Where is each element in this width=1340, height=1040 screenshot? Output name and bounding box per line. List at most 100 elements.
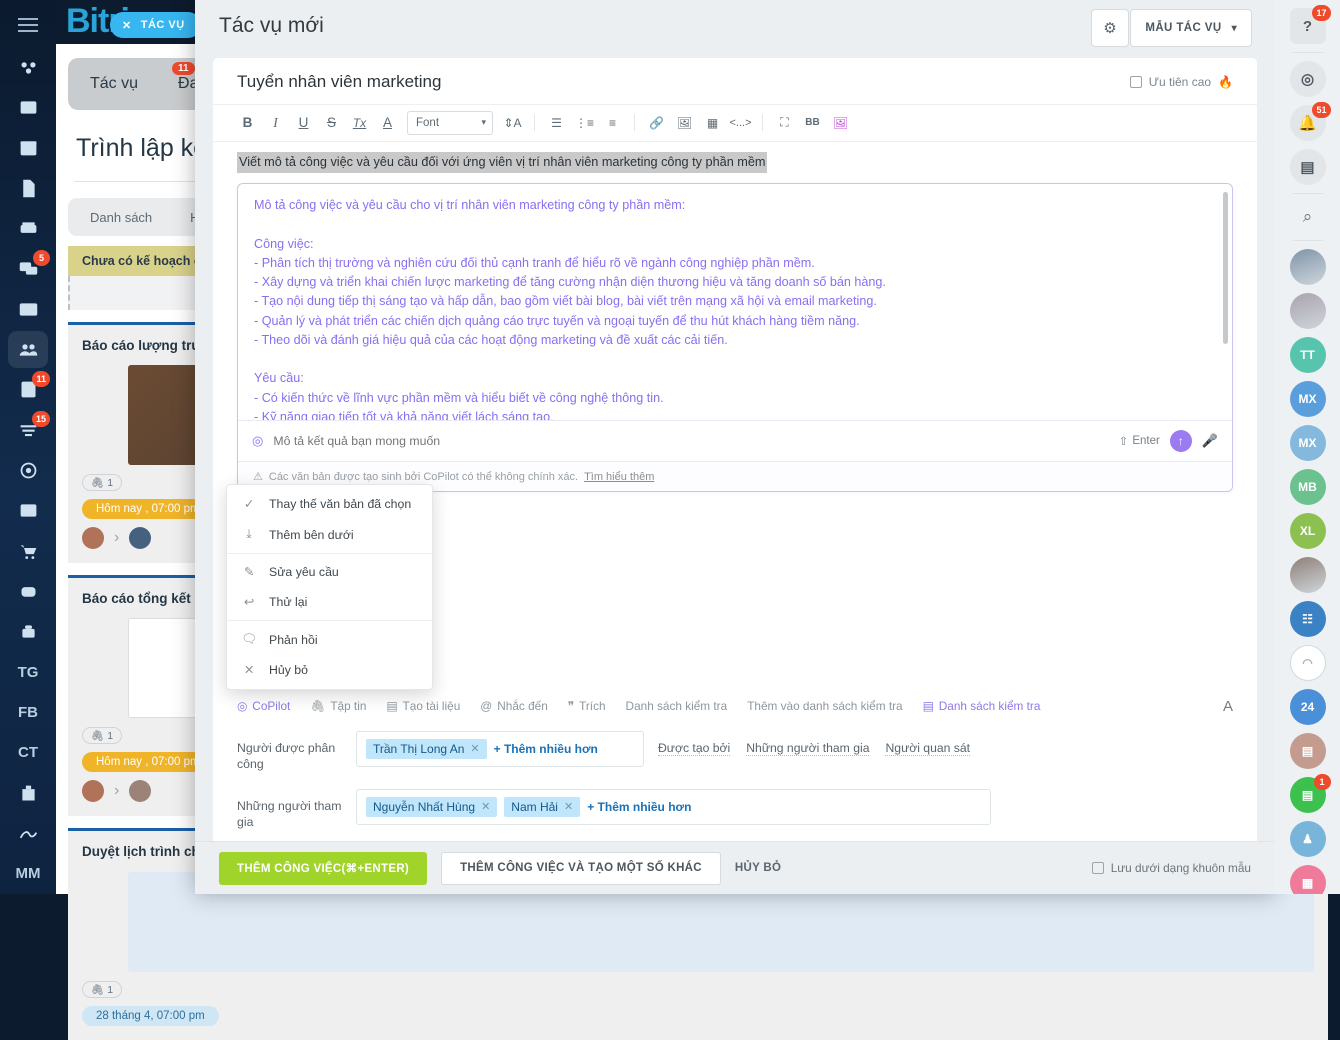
close-icon[interactable]: ✕ bbox=[122, 19, 132, 32]
link-participants[interactable]: Những người tham gia bbox=[746, 741, 869, 756]
search-icon[interactable]: ⌕ bbox=[1290, 202, 1326, 232]
sidebar-item-mail[interactable] bbox=[8, 291, 48, 327]
ai-image-icon[interactable]: 🖼 bbox=[828, 110, 853, 135]
avatar-photo-1[interactable] bbox=[1290, 249, 1326, 285]
avatar-mx-2[interactable]: MX bbox=[1290, 425, 1326, 461]
menu-burger-icon[interactable] bbox=[9, 10, 47, 41]
table-icon[interactable]: ▦ bbox=[700, 110, 725, 135]
tool-quote[interactable]: ❞Trích bbox=[568, 699, 606, 713]
bear-icon[interactable]: ◠ bbox=[1290, 645, 1326, 681]
menu-item-edit-request[interactable]: ✎ Sửa yêu cầu bbox=[227, 557, 432, 587]
high-priority-toggle[interactable]: Ưu tiên cao 🔥 bbox=[1130, 75, 1233, 89]
link-icon[interactable]: 🔗 bbox=[644, 110, 669, 135]
sidebar-item-groups[interactable] bbox=[8, 331, 48, 367]
participants-add-more[interactable]: + Thêm nhiều hơn bbox=[587, 800, 691, 814]
fullscreen-icon[interactable]: ⛶ bbox=[772, 110, 797, 135]
participant-token[interactable]: Nguyễn Nhất Hùng ✕ bbox=[366, 797, 497, 817]
menu-item-feedback[interactable]: 🗨 Phản hồi bbox=[227, 624, 432, 655]
avatar-mb[interactable]: MB bbox=[1290, 469, 1326, 505]
add-task-and-create-more-button[interactable]: THÊM CÔNG VIỆC VÀ TẠO MỘT SỐ KHÁC bbox=[441, 852, 721, 885]
sidebar-item-automation[interactable] bbox=[8, 573, 48, 609]
font-family-select[interactable]: Font ▾ bbox=[407, 111, 493, 135]
clear-format-button[interactable]: Tx bbox=[347, 110, 372, 135]
link-created-by[interactable]: Được tạo bởi bbox=[658, 741, 730, 756]
sidebar-item-documents[interactable] bbox=[8, 170, 48, 206]
sidebar-item-tasks[interactable]: 11 bbox=[8, 372, 48, 408]
code-icon[interactable]: <...> bbox=[728, 110, 753, 135]
task-tag-pill[interactable]: ✕ TÁC VỤ bbox=[110, 12, 201, 38]
send-button[interactable]: ↑ bbox=[1170, 430, 1192, 452]
avatar-mx-1[interactable]: MX bbox=[1290, 381, 1326, 417]
unordered-list-button[interactable]: ⋮≡ bbox=[572, 110, 597, 135]
avatar-xl[interactable]: XL bbox=[1290, 513, 1326, 549]
tool-add-to-checklist[interactable]: Thêm vào danh sách kiểm tra bbox=[747, 699, 902, 713]
sidebar-item-crm[interactable] bbox=[8, 452, 48, 488]
task-title-input[interactable]: Tuyển nhân viên marketing bbox=[237, 72, 1130, 92]
font-color-button[interactable]: A bbox=[375, 110, 400, 135]
sidebar-item-tg[interactable]: TG bbox=[8, 654, 48, 690]
task-template-button[interactable]: MẪU TÁC VỤ ▾ bbox=[1130, 9, 1252, 47]
bold-button[interactable]: B bbox=[235, 110, 260, 135]
help-icon[interactable]: ?17 bbox=[1290, 8, 1326, 44]
remove-token-icon[interactable]: ✕ bbox=[470, 742, 479, 755]
add-task-button[interactable]: THÊM CÔNG VIỆC(⌘+ENTER) bbox=[219, 852, 427, 885]
ordered-list-button[interactable]: ☰ bbox=[544, 110, 569, 135]
learn-more-link[interactable]: Tìm hiểu thêm bbox=[584, 471, 654, 483]
avatar-photo-2[interactable] bbox=[1290, 293, 1326, 329]
view-tab-list[interactable]: Danh sách bbox=[90, 210, 152, 225]
menu-item-cancel[interactable]: ✕ Hủy bỏ bbox=[227, 655, 432, 685]
sidebar-item-news[interactable] bbox=[8, 89, 48, 125]
menu-item-retry[interactable]: ↩ Thử lại bbox=[227, 587, 432, 617]
sidebar-item-ct[interactable]: CT bbox=[8, 735, 48, 771]
save-template-checkbox[interactable] bbox=[1092, 862, 1104, 874]
copilot-icon[interactable]: ◎ bbox=[1290, 61, 1326, 97]
remove-token-icon[interactable]: ✕ bbox=[564, 800, 573, 813]
sidebar-item-fb[interactable]: FB bbox=[8, 694, 48, 730]
contact-card-icon-1[interactable]: ▤ bbox=[1290, 733, 1326, 769]
menu-item-replace-selected[interactable]: ✓ Thay thế văn bản đã chọn bbox=[227, 489, 432, 519]
underline-button[interactable]: U bbox=[291, 110, 316, 135]
priority-checkbox[interactable] bbox=[1130, 76, 1142, 88]
tool-mention[interactable]: @Nhắc đến bbox=[480, 699, 547, 713]
align-button[interactable]: ≡ bbox=[600, 110, 625, 135]
link-observers[interactable]: Người quan sát bbox=[885, 741, 970, 756]
assignee-token-box[interactable]: Trần Thị Long An ✕ + Thêm nhiều hơn bbox=[356, 731, 644, 767]
calendar-icon-1[interactable]: ▦ bbox=[1290, 865, 1326, 894]
sidebar-item-company[interactable] bbox=[8, 775, 48, 811]
strikethrough-button[interactable]: S bbox=[319, 110, 344, 135]
tool-checklist-ai[interactable]: ▤Danh sách kiểm tra bbox=[923, 699, 1041, 713]
sidebar-item-contacts[interactable] bbox=[8, 493, 48, 529]
copilot-prompt-input[interactable] bbox=[273, 434, 1108, 448]
chat-icon[interactable]: ▤ bbox=[1290, 149, 1326, 185]
cancel-button[interactable]: HỦY BỎ bbox=[735, 862, 781, 874]
tool-create-document[interactable]: ▤Tạo tài liệu bbox=[386, 699, 460, 713]
assignee-add-more[interactable]: + Thêm nhiều hơn bbox=[494, 742, 598, 756]
bbcode-button[interactable]: BB bbox=[800, 110, 825, 135]
tool-attach-file[interactable]: 🖇Tập tin bbox=[310, 699, 366, 713]
sidebar-item-feed[interactable]: 15 bbox=[8, 412, 48, 448]
sidebar-item-market[interactable] bbox=[8, 614, 48, 650]
microphone-icon[interactable]: 🎤 bbox=[1202, 433, 1218, 449]
notifications-icon[interactable]: 🔔51 bbox=[1290, 105, 1326, 141]
font-size-button[interactable]: ⇕A bbox=[500, 110, 525, 135]
contact-card-icon-2[interactable]: ▤1 bbox=[1290, 777, 1326, 813]
group-chat-icon[interactable]: ☷ bbox=[1290, 601, 1326, 637]
scrollbar-thumb[interactable] bbox=[1223, 192, 1228, 344]
save-as-template-toggle[interactable]: Lưu dưới dạng khuôn mẫu bbox=[1092, 861, 1251, 875]
text-format-toggle[interactable]: A bbox=[1223, 698, 1233, 715]
assignee-token[interactable]: Trần Thị Long An ✕ bbox=[366, 739, 487, 759]
sidebar-item-calendar[interactable] bbox=[8, 130, 48, 166]
avatar-photo-3[interactable] bbox=[1290, 557, 1326, 593]
avatar-tt[interactable]: TT bbox=[1290, 337, 1326, 373]
sidebar-item-shop[interactable] bbox=[8, 533, 48, 569]
remove-token-icon[interactable]: ✕ bbox=[481, 800, 490, 813]
bitrix24-icon[interactable]: 24 bbox=[1290, 689, 1326, 725]
sidebar-item-sign[interactable] bbox=[8, 815, 48, 851]
italic-button[interactable]: I bbox=[263, 110, 288, 135]
sidebar-item-chat[interactable]: 5 bbox=[8, 251, 48, 287]
sidebar-item-workspace[interactable] bbox=[8, 49, 48, 85]
sidebar-item-drive[interactable] bbox=[8, 210, 48, 246]
sidebar-item-mm[interactable]: MM bbox=[8, 856, 48, 892]
tool-checklist[interactable]: Danh sách kiểm tra bbox=[626, 699, 728, 713]
team-icon[interactable]: ♟ bbox=[1290, 821, 1326, 857]
